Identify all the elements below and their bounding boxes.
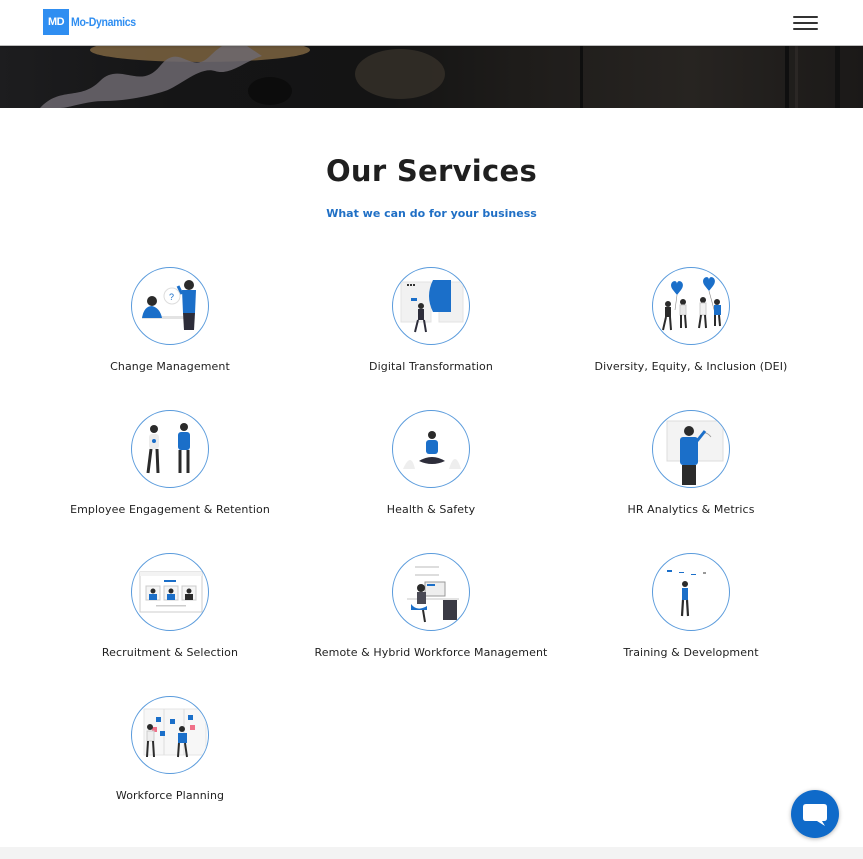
service-label: Change Management: [110, 360, 230, 373]
service-change-management[interactable]: ? Change Management: [40, 267, 300, 373]
logo-badge: MD: [43, 9, 69, 35]
site-header: MD Mo-Dynamics: [0, 0, 863, 46]
person-with-digital-screens-illustration: [392, 267, 470, 345]
meditating-person-illustration: [392, 410, 470, 488]
service-label: Diversity, Equity, & Inclusion (DEI): [594, 360, 788, 373]
service-workforce-planning[interactable]: Workforce Planning: [40, 696, 300, 802]
chat-bubble-icon: [803, 804, 827, 826]
menu-line: [793, 28, 818, 30]
video-interview-candidates-illustration: [131, 553, 209, 631]
service-diversity-equity-inclusion[interactable]: Diversity, Equity, & Inclusion (DEI): [561, 267, 821, 373]
service-label: Training & Development: [623, 646, 759, 659]
service-label: Recruitment & Selection: [101, 646, 239, 659]
menu-line: [793, 16, 818, 18]
section-title: Our Services: [325, 154, 538, 188]
svg-text:?: ?: [169, 292, 174, 302]
service-digital-transformation[interactable]: Digital Transformation: [301, 267, 561, 373]
section-subtitle: What we can do for your business: [326, 207, 537, 220]
service-recruitment-selection[interactable]: Recruitment & Selection: [40, 553, 300, 659]
person-viewing-chart-illustration: [652, 553, 730, 631]
hamburger-menu-icon[interactable]: [793, 14, 819, 32]
person-at-desk-computer-illustration: [392, 553, 470, 631]
people-at-kanban-board-illustration: [131, 696, 209, 774]
chat-widget-button[interactable]: [791, 790, 839, 838]
service-health-safety[interactable]: Health & Safety: [301, 410, 561, 516]
hero-banner-image: [0, 46, 863, 108]
site-logo[interactable]: MD Mo-Dynamics: [43, 9, 145, 35]
service-hr-analytics-metrics[interactable]: HR Analytics & Metrics: [561, 410, 821, 516]
hero-photo-graphic: [40, 46, 840, 108]
service-label: Health & Safety: [386, 503, 476, 516]
two-people-discussion-illustration: ?: [131, 267, 209, 345]
logo-text: Mo-Dynamics: [71, 15, 136, 29]
service-label: Workforce Planning: [115, 789, 225, 802]
service-label: HR Analytics & Metrics: [627, 503, 755, 516]
footer-strip: [0, 847, 863, 859]
people-with-heart-balloons-illustration: [652, 267, 730, 345]
service-training-development[interactable]: Training & Development: [561, 553, 821, 659]
service-employee-engagement-retention[interactable]: Employee Engagement & Retention: [40, 410, 300, 516]
service-label: Remote & Hybrid Workforce Management: [314, 646, 548, 659]
service-label: Employee Engagement & Retention: [70, 503, 270, 516]
person-at-whiteboard-illustration: [652, 410, 730, 488]
service-label: Digital Transformation: [369, 360, 493, 373]
service-remote-hybrid-workforce[interactable]: Remote & Hybrid Workforce Management: [301, 553, 561, 659]
two-colleagues-talking-illustration: [131, 410, 209, 488]
menu-line: [793, 22, 818, 24]
